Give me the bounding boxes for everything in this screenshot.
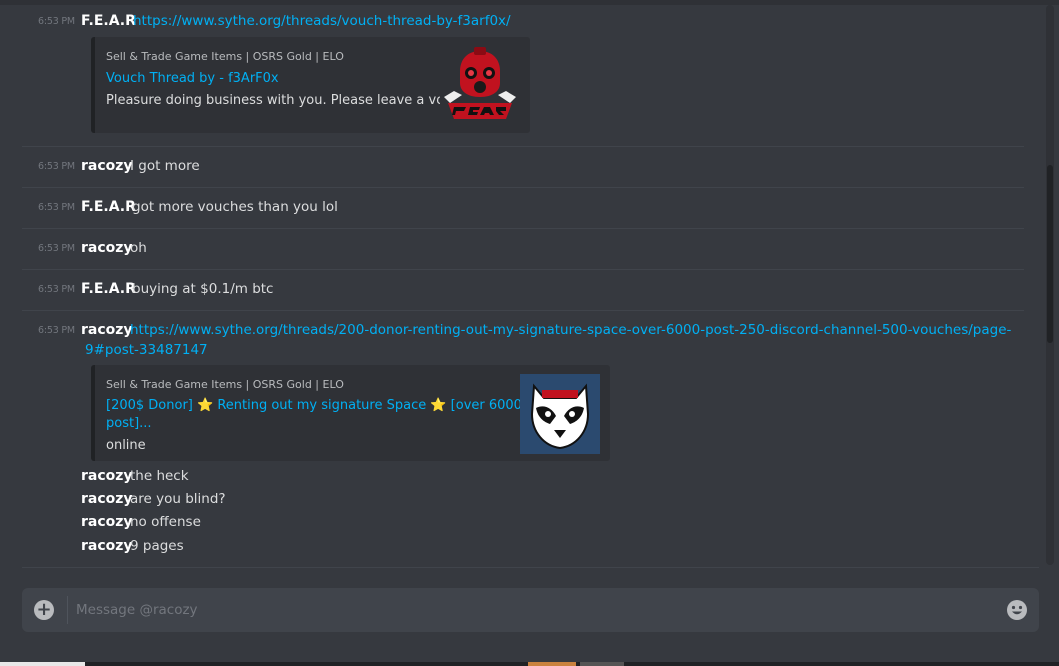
taskbar-app[interactable] bbox=[580, 662, 624, 666]
message-composer: + bbox=[22, 588, 1039, 632]
timestamp: 6:53 PM bbox=[38, 202, 75, 213]
embed-title-link[interactable]: Vouch Thread by - f3ArF0x bbox=[106, 70, 279, 88]
timestamp: 6:53 PM bbox=[38, 161, 75, 172]
message-divider bbox=[22, 310, 1024, 311]
message-text: got more vouches than you lol bbox=[132, 199, 338, 215]
timestamp: 6:53 PM bbox=[38, 325, 75, 336]
fear-logo-thumbnail[interactable] bbox=[440, 45, 520, 125]
message-text: I got more bbox=[130, 158, 200, 174]
embed-title-line2[interactable]: post]... bbox=[106, 415, 152, 433]
timestamp: 6:53 PM bbox=[38, 16, 75, 27]
taskbar-segment bbox=[0, 662, 85, 666]
composer-separator bbox=[67, 596, 68, 624]
embed-description: Pleasure doing business with you. Please… bbox=[106, 93, 468, 108]
message-input[interactable] bbox=[76, 596, 996, 624]
message-divider bbox=[22, 146, 1024, 147]
message-text: are you blind? bbox=[130, 491, 226, 507]
os-taskbar-strip bbox=[0, 662, 1059, 666]
raccoon-logo-thumbnail[interactable] bbox=[520, 374, 600, 454]
author-name[interactable]: racozy bbox=[81, 322, 133, 338]
author-name[interactable]: racozy bbox=[81, 514, 133, 530]
plus-circle-icon[interactable]: + bbox=[34, 600, 54, 620]
message-text: 9 pages bbox=[130, 538, 184, 554]
taskbar-active-app[interactable] bbox=[528, 662, 576, 666]
embed-description: online bbox=[106, 438, 146, 453]
link-embed-signature-space: Sell & Trade Game Items | OSRS Gold | EL… bbox=[91, 365, 610, 461]
scrollbar-thumb[interactable] bbox=[1047, 165, 1053, 343]
embed-title-line1[interactable]: [200$ Donor] ⭐ Renting out my signature … bbox=[106, 397, 533, 415]
message-link-line1[interactable]: https://www.sythe.org/threads/200-donor-… bbox=[130, 322, 1011, 338]
message-divider bbox=[22, 269, 1024, 270]
link-embed-vouch-thread: Sell & Trade Game Items | OSRS Gold | EL… bbox=[91, 37, 530, 133]
embed-provider: Sell & Trade Game Items | OSRS Gold | EL… bbox=[106, 50, 344, 63]
timestamp: 6:53 PM bbox=[38, 284, 75, 295]
timestamp: 6:53 PM bbox=[38, 243, 75, 254]
message-divider bbox=[22, 187, 1024, 188]
author-name[interactable]: F.E.A.R bbox=[81, 199, 136, 215]
message-text: no offense bbox=[130, 514, 201, 530]
message-link[interactable]: https://www.sythe.org/threads/vouch-thre… bbox=[133, 13, 511, 29]
message-text: the heck bbox=[130, 468, 189, 484]
author-name[interactable]: racozy bbox=[81, 468, 133, 484]
emoji-smile-icon[interactable] bbox=[1006, 599, 1028, 621]
top-edge bbox=[0, 0, 1059, 5]
author-name[interactable]: racozy bbox=[81, 158, 133, 174]
message-text: buying at $0.1/m btc bbox=[132, 281, 274, 297]
embed-provider: Sell & Trade Game Items | OSRS Gold | EL… bbox=[106, 378, 344, 391]
message-link-line2[interactable]: 9#post-33487147 bbox=[85, 342, 208, 358]
author-name[interactable]: racozy bbox=[81, 240, 133, 256]
author-name[interactable]: F.E.A.R bbox=[81, 13, 136, 29]
message-text: oh bbox=[130, 240, 147, 256]
author-name[interactable]: F.E.A.R bbox=[81, 281, 136, 297]
message-divider bbox=[22, 228, 1024, 229]
author-name[interactable]: racozy bbox=[81, 538, 133, 554]
composer-divider bbox=[22, 567, 1039, 568]
author-name[interactable]: racozy bbox=[81, 491, 133, 507]
